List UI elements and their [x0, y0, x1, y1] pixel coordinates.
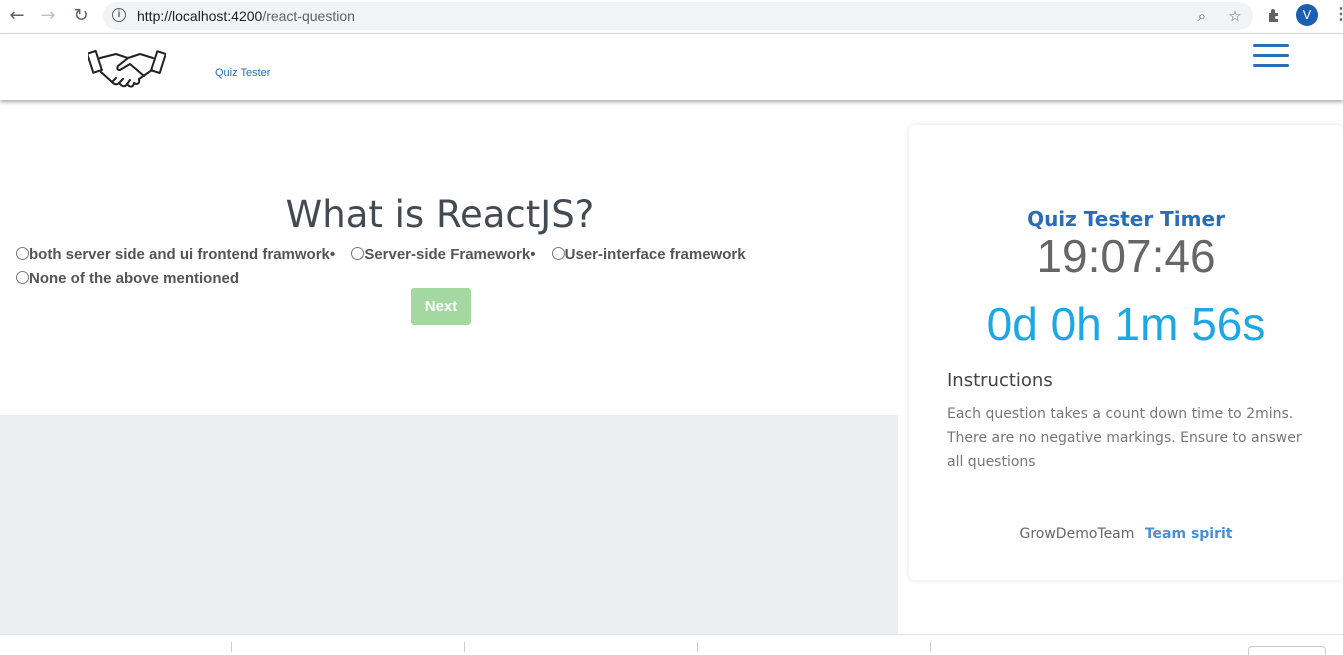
back-arrow-icon[interactable]: ←	[4, 4, 30, 28]
url-path: /react-question	[262, 8, 355, 24]
answer-option[interactable]: None of the above mentioned	[16, 267, 239, 291]
info-icon[interactable]: i	[112, 8, 126, 22]
question-title: What is ReactJS?	[285, 193, 595, 236]
content-background	[0, 415, 898, 634]
hamburger-icon[interactable]	[1253, 44, 1289, 70]
brand-link[interactable]: Quiz Tester	[215, 67, 270, 79]
instructions-text: Each question takes a count down time to…	[947, 406, 1302, 470]
timer-title: Quiz Tester Timer	[1027, 207, 1225, 231]
hamburger-line	[1253, 44, 1289, 47]
team-name: GrowDemoTeam	[1019, 526, 1135, 542]
profile-avatar[interactable]: V	[1296, 4, 1318, 26]
answer-option[interactable]: Server-side Framework•	[351, 243, 535, 267]
answer-radio[interactable]	[16, 247, 29, 260]
handshake-icon[interactable]	[86, 46, 167, 95]
url-host: http://localhost:4200	[137, 8, 263, 24]
answer-radio[interactable]	[351, 247, 365, 260]
clock-display: 19:07:46	[1036, 230, 1216, 282]
card-footer: GrowDemoTeam Team spirit	[909, 526, 1343, 542]
hamburger-line	[1253, 54, 1289, 57]
answer-options: both server side and ui frontend framwor…	[16, 243, 876, 291]
reload-icon[interactable]: ↻	[68, 4, 94, 28]
zoom-icon[interactable]: ⌕	[1193, 7, 1211, 25]
next-button[interactable]: Next	[411, 288, 471, 325]
footer-strip	[0, 634, 1343, 655]
answer-label: None of the above mentioned	[29, 270, 240, 287]
hamburger-line	[1253, 64, 1289, 67]
star-icon[interactable]: ☆	[1226, 7, 1244, 25]
answer-label: both server side and ui frontend framwor…	[29, 246, 336, 263]
address-url[interactable]: http://localhost:4200/react-question	[137, 2, 355, 30]
address-bar[interactable]: i http://localhost:4200/react-question ⌕…	[103, 2, 1253, 30]
countdown-display: 0d 0h 1m 56s	[986, 298, 1266, 350]
app-header: Quiz Tester	[0, 34, 1343, 100]
extensions-icon[interactable]	[1265, 7, 1283, 25]
instructions-heading: Instructions	[947, 370, 1053, 391]
forward-arrow-icon[interactable]: →	[35, 4, 61, 28]
menu-dots-icon[interactable]: ⋮	[1333, 4, 1343, 26]
answer-label: User-interface framework	[564, 246, 746, 263]
browser-toolbar: ← → ↻ i http://localhost:4200/react-ques…	[0, 0, 1343, 34]
answer-radio[interactable]	[16, 271, 29, 284]
answer-option[interactable]: both server side and ui frontend framwor…	[16, 243, 335, 267]
answer-label: Server-side Framework•	[364, 246, 536, 263]
answer-option[interactable]: User-interface framework	[551, 243, 746, 267]
timer-card: Quiz Tester Timer 19:07:46 0d 0h 1m 56s …	[909, 125, 1343, 580]
answer-radio[interactable]	[551, 247, 565, 260]
team-spirit-link[interactable]: Team spirit	[1145, 526, 1233, 542]
question-panel: What is ReactJS? both server side and ui…	[0, 100, 898, 415]
